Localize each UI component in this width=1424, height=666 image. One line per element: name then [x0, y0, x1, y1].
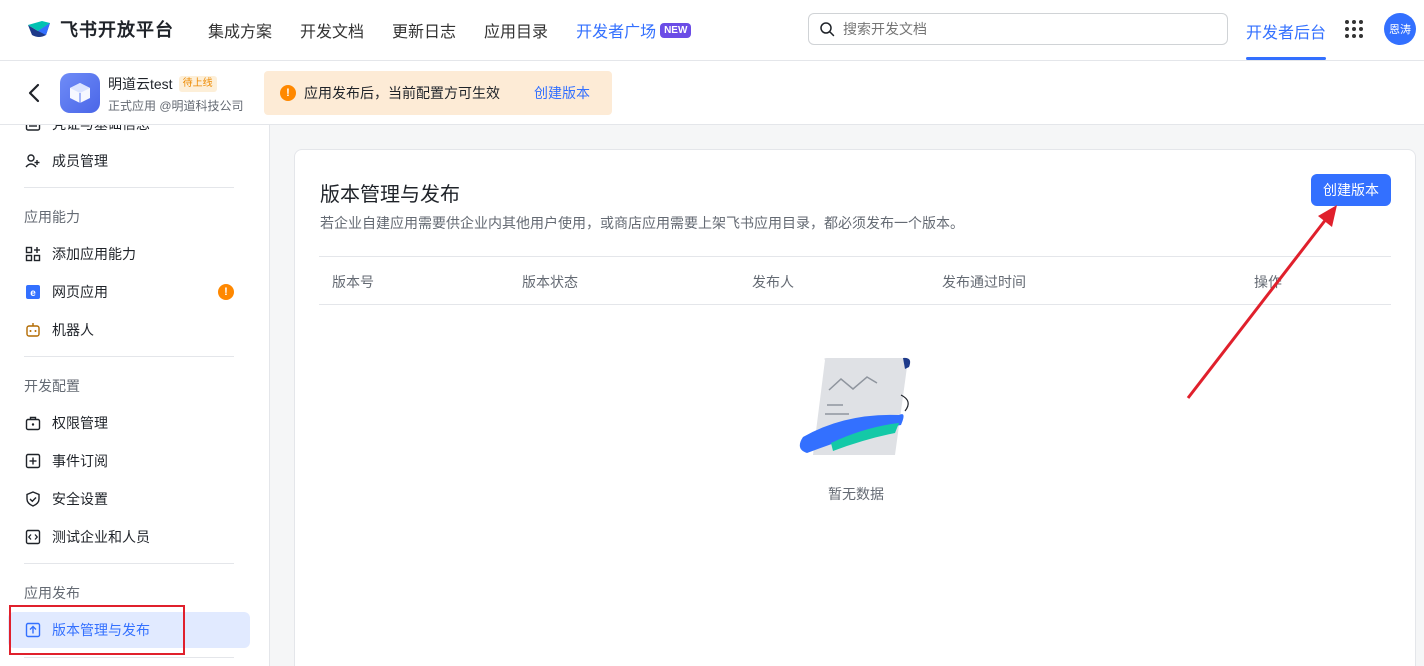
sidebar-item-label: 安全设置 — [52, 491, 108, 507]
sidebar-item-label: 凭证与基础信息 — [52, 125, 150, 134]
sidebar-section-dev-config: 开发配置 — [24, 378, 80, 394]
column-header-approved-time: 发布通过时间 — [942, 274, 1026, 290]
warning-icon: ! — [280, 85, 296, 101]
column-header-publisher: 发布人 — [752, 274, 794, 290]
search-icon — [820, 22, 835, 37]
sidebar-item-security[interactable]: 安全设置 — [24, 488, 108, 510]
notice-text: 应用发布后，当前配置方可生效 — [304, 85, 500, 101]
column-header-status: 版本状态 — [522, 274, 578, 290]
back-arrow-icon[interactable] — [24, 81, 44, 105]
search-input[interactable] — [843, 21, 1203, 37]
status-badge: 待上线 — [178, 76, 217, 92]
app-grid-icon[interactable] — [1345, 20, 1363, 38]
version-table-header: 版本号 版本状态 发布人 发布通过时间 操作 — [319, 256, 1391, 305]
sidebar-divider — [24, 563, 234, 564]
nav-link-app-directory[interactable]: 应用目录 — [484, 18, 548, 42]
sidebar-item-label: 机器人 — [52, 322, 94, 338]
add-user-icon — [24, 152, 42, 170]
developer-backend-link[interactable]: 开发者后台 — [1246, 19, 1326, 43]
nav-link-square-label: 开发者广场 — [576, 24, 657, 41]
main-nav: 集成方案 开发文档 更新日志 应用目录 开发者广场 NEW — [208, 18, 692, 42]
sidebar-item-credentials[interactable]: 凭证与基础信息 — [24, 125, 150, 135]
event-add-icon — [24, 452, 42, 470]
add-capability-icon — [24, 245, 42, 263]
credential-icon — [24, 125, 42, 133]
publish-notice: ! 应用发布后，当前配置方可生效 创建版本 — [264, 71, 612, 115]
new-badge: NEW — [660, 22, 692, 38]
sidebar-item-permissions[interactable]: 权限管理 — [24, 412, 108, 434]
sidebar-item-label: 权限管理 — [52, 415, 108, 431]
nav-link-changelog[interactable]: 更新日志 — [392, 18, 456, 42]
sidebar-divider — [24, 657, 234, 658]
sidebar-item-events[interactable]: 事件订阅 — [24, 450, 108, 472]
sidebar-section-release: 应用发布 — [24, 585, 80, 601]
sidebar-item-label: 事件订阅 — [52, 453, 108, 469]
app-name: 明道云test — [108, 76, 173, 92]
brand-name: 飞书开放平台 — [60, 20, 174, 40]
sidebar-item-label: 测试企业和人员 — [52, 529, 150, 545]
app-subtitle: 正式应用 @明道科技公司 — [108, 99, 244, 113]
brand-logo[interactable]: 飞书开放平台 — [26, 16, 174, 42]
nav-link-docs[interactable]: 开发文档 — [300, 18, 364, 42]
sidebar-item-test-tenant[interactable]: 测试企业和人员 — [24, 526, 150, 548]
sidebar-divider — [24, 187, 234, 188]
sidebar-item-label: 添加应用能力 — [52, 246, 136, 262]
annotation-highlight-box — [9, 605, 185, 655]
svg-text:e: e — [30, 288, 36, 299]
search-box[interactable] — [808, 13, 1228, 45]
nav-link-solutions[interactable]: 集成方案 — [208, 18, 272, 42]
code-icon — [24, 528, 42, 546]
sidebar-item-label: 成员管理 — [52, 153, 108, 169]
web-app-warning-badge: ! — [218, 284, 234, 300]
sidebar-item-web-app[interactable]: e 网页应用 — [24, 281, 108, 303]
sidebar-section-capability: 应用能力 — [24, 209, 80, 225]
sidebar-item-members[interactable]: 成员管理 — [24, 150, 108, 172]
empty-document-icon — [799, 357, 911, 455]
sidebar-divider — [24, 356, 234, 357]
user-avatar[interactable]: 恩涛 — [1384, 13, 1416, 45]
sidebar-item-label: 网页应用 — [52, 284, 108, 300]
active-tab-indicator — [1246, 57, 1326, 60]
feishu-logo-icon — [28, 21, 50, 37]
page-title: 版本管理与发布 — [320, 184, 460, 206]
top-navbar: 飞书开放平台 集成方案 开发文档 更新日志 应用目录 开发者广场 NEW 开发者… — [0, 0, 1424, 61]
notice-create-version-link[interactable]: 创建版本 — [534, 83, 590, 103]
page-description: 若企业自建应用需要供企业内其他用户使用，或商店应用需要上架飞书应用目录，都必须发… — [320, 215, 964, 231]
sidebar-item-bot[interactable]: 机器人 — [24, 319, 94, 341]
robot-icon — [24, 321, 42, 339]
nav-link-developer-square[interactable]: 开发者广场 NEW — [576, 18, 692, 42]
app-icon — [60, 73, 100, 113]
web-app-icon: e — [24, 283, 42, 301]
empty-state-text: 暂无数据 — [828, 486, 884, 502]
sidebar: 凭证与基础信息 成员管理 应用能力 添加应用能力 e 网页应用 ! 机器人 开发… — [0, 125, 270, 666]
create-version-button[interactable]: 创建版本 — [1311, 174, 1391, 206]
briefcase-lock-icon — [24, 414, 42, 432]
sidebar-item-add-capability[interactable]: 添加应用能力 — [24, 243, 136, 265]
cube-icon — [70, 83, 90, 103]
app-title: 明道云test 待上线 — [108, 74, 217, 94]
app-header: 明道云test 待上线 正式应用 @明道科技公司 ! 应用发布后，当前配置方可生… — [0, 61, 1424, 125]
version-management-card: 版本管理与发布 若企业自建应用需要供企业内其他用户使用，或商店应用需要上架飞书应… — [294, 149, 1416, 666]
shield-icon — [24, 490, 42, 508]
column-header-actions: 操作 — [1254, 274, 1282, 290]
column-header-version: 版本号 — [332, 274, 374, 290]
